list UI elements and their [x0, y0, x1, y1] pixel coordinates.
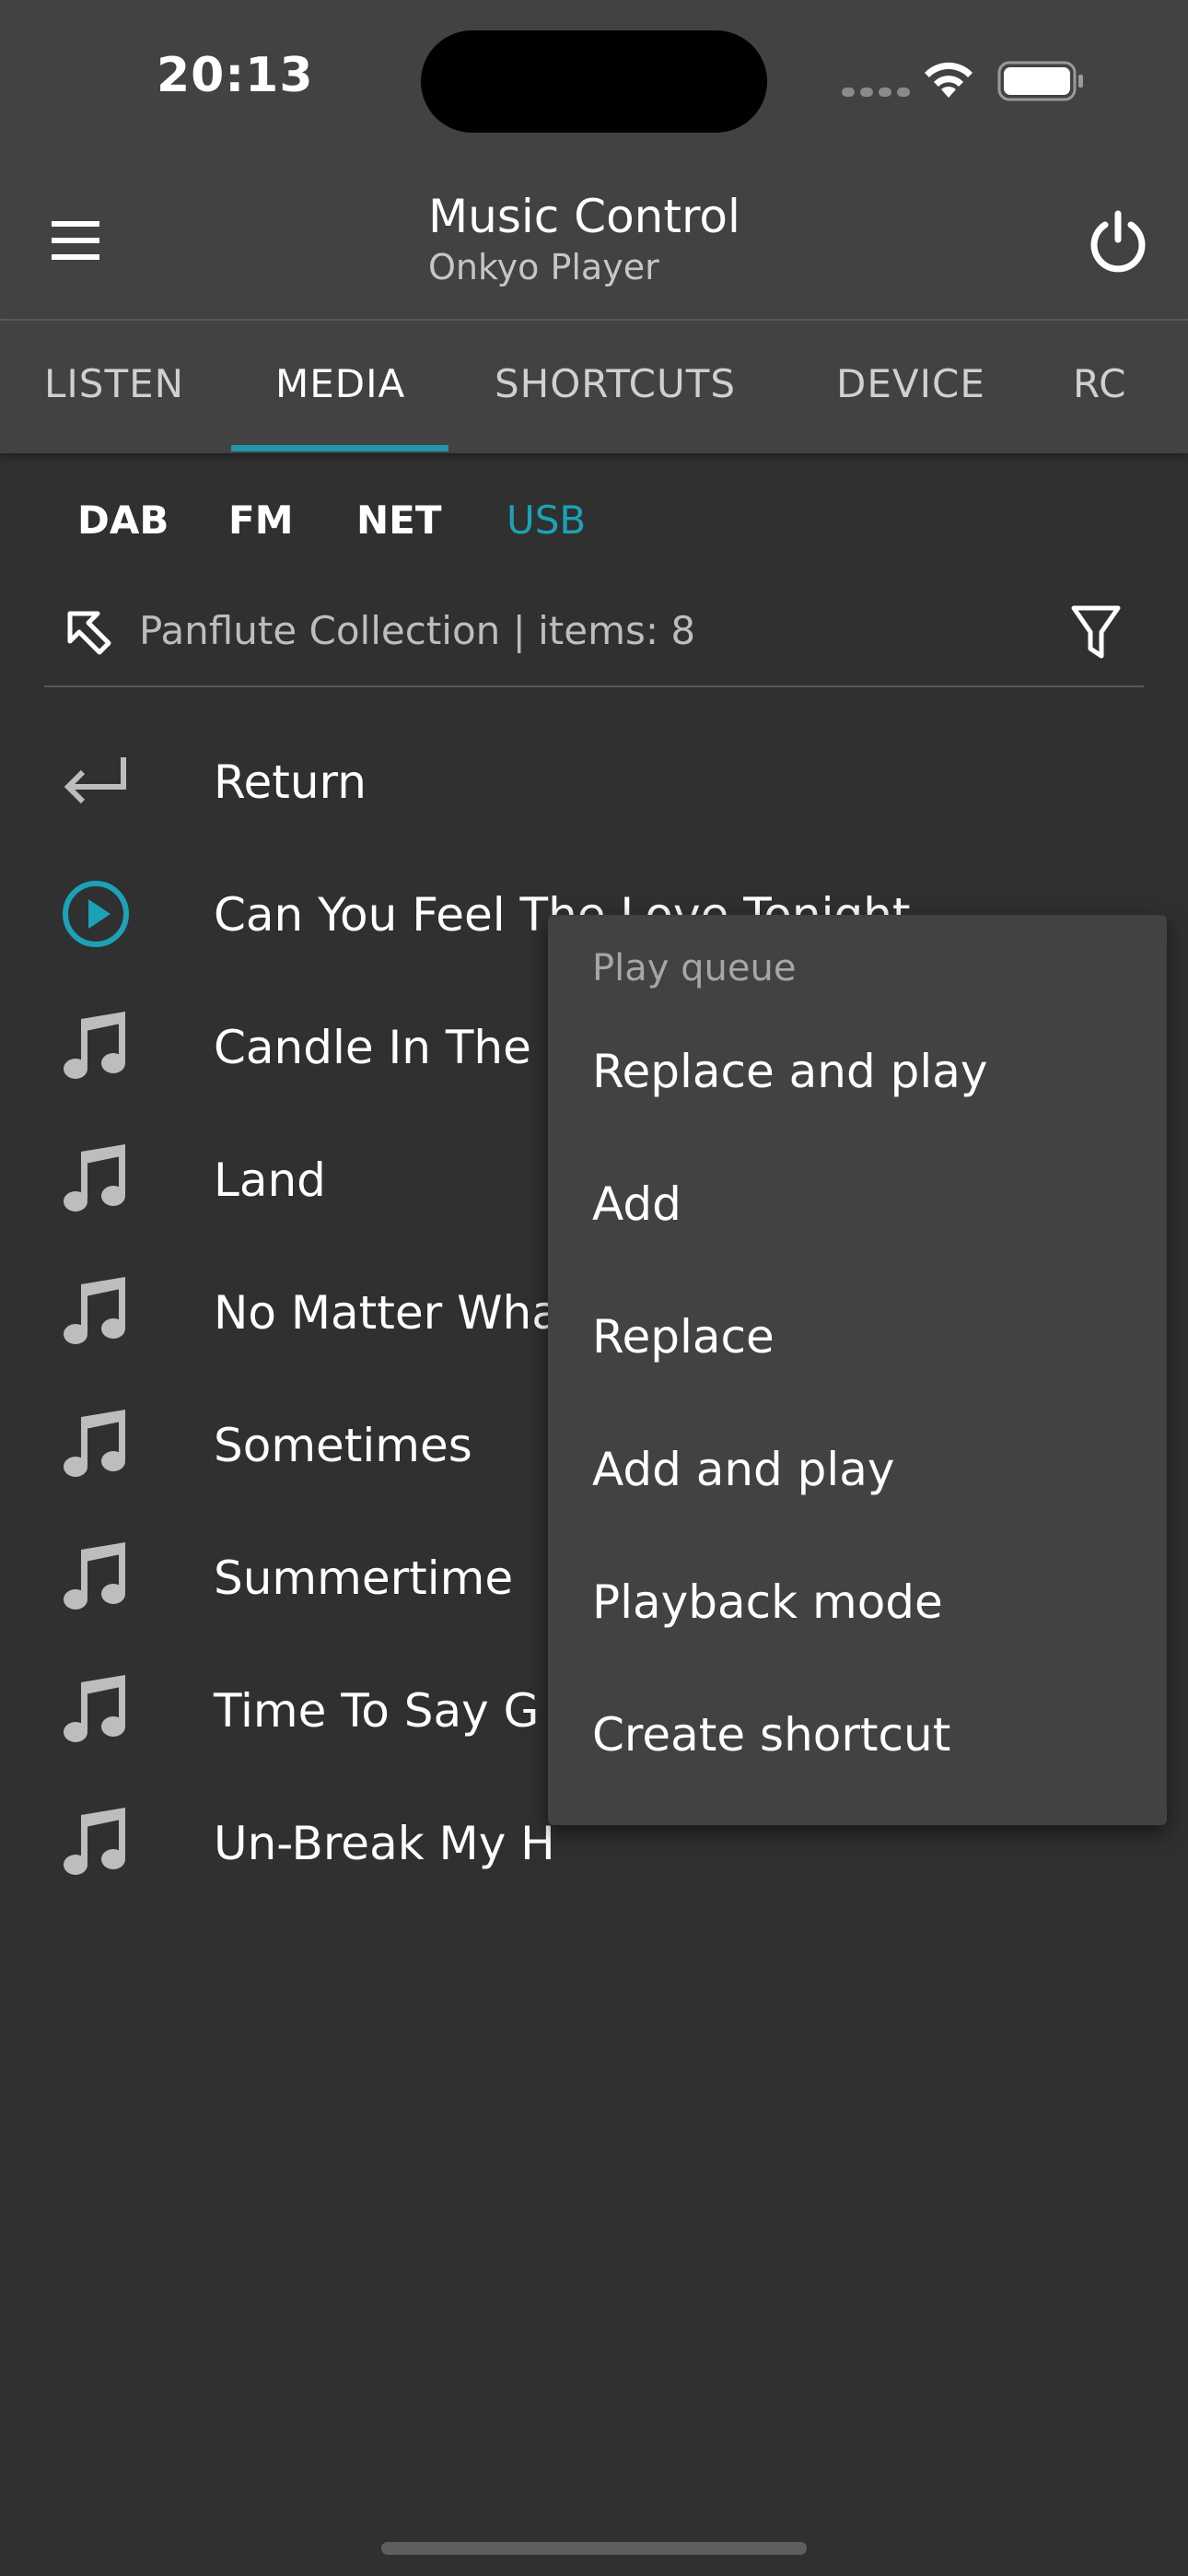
dynamic-island	[421, 30, 767, 133]
music-note-icon	[64, 1542, 125, 1610]
divider	[44, 685, 1144, 687]
list-item-label: Land	[214, 1153, 326, 1207]
power-icon[interactable]	[1085, 208, 1151, 275]
app-title: Music Control	[428, 190, 740, 243]
source-dab[interactable]: DAB	[77, 498, 169, 543]
status-time: 20:13	[157, 48, 314, 103]
music-note-icon	[64, 1277, 125, 1344]
source-usb[interactable]: USB	[507, 498, 586, 543]
return-arrow-icon	[64, 757, 126, 804]
menu-item-replace[interactable]: Replace	[592, 1310, 775, 1364]
app-subtitle: Onkyo Player	[428, 247, 659, 287]
menu-item-add[interactable]: Add	[592, 1177, 681, 1231]
menu-item-add-and-play[interactable]: Add and play	[592, 1443, 895, 1496]
tab-rc[interactable]: RC	[1073, 321, 1126, 448]
music-note-icon	[64, 1808, 125, 1875]
battery-icon	[997, 61, 1083, 101]
menu-item-replace-and-play[interactable]: Replace and play	[592, 1045, 988, 1098]
navigate-up-icon[interactable]	[63, 606, 114, 658]
tab-media[interactable]: MEDIA	[275, 321, 405, 448]
source-net[interactable]: NET	[356, 498, 442, 543]
menu-item-playback-mode[interactable]: Playback mode	[592, 1575, 943, 1629]
list-item-label: Un-Break My H	[214, 1817, 555, 1870]
list-item-return[interactable]: Return	[0, 717, 1188, 849]
filter-icon[interactable]	[1068, 603, 1124, 662]
tab-device[interactable]: DEVICE	[836, 321, 985, 448]
list-item-label: Summertime	[214, 1551, 514, 1605]
hamburger-menu-icon[interactable]	[48, 217, 107, 265]
list-item-label: Time To Say G	[214, 1684, 540, 1738]
tab-indicator	[231, 445, 448, 451]
tab-listen[interactable]: LISTEN	[44, 321, 184, 448]
music-note-icon	[64, 1675, 125, 1742]
list-item-label: Sometimes	[214, 1419, 472, 1472]
path-breadcrumb: Panflute Collection | items: 8	[139, 608, 696, 653]
tab-shortcuts[interactable]: SHORTCUTS	[495, 321, 736, 448]
source-fm[interactable]: FM	[228, 498, 294, 543]
cellular-signal-icon	[842, 83, 915, 100]
music-note-icon	[64, 1144, 125, 1212]
wifi-icon	[925, 62, 973, 98]
music-note-icon	[64, 1012, 125, 1079]
menu-header: Play queue	[592, 947, 797, 989]
list-item-label: Candle In The	[214, 1021, 531, 1074]
music-note-icon	[64, 1410, 125, 1477]
list-item-label: No Matter Wha	[214, 1286, 560, 1340]
play-circle-icon	[63, 881, 129, 947]
menu-item-create-shortcut[interactable]: Create shortcut	[592, 1708, 950, 1762]
home-indicator[interactable]	[381, 2542, 807, 2555]
list-item-label: Return	[214, 755, 367, 809]
